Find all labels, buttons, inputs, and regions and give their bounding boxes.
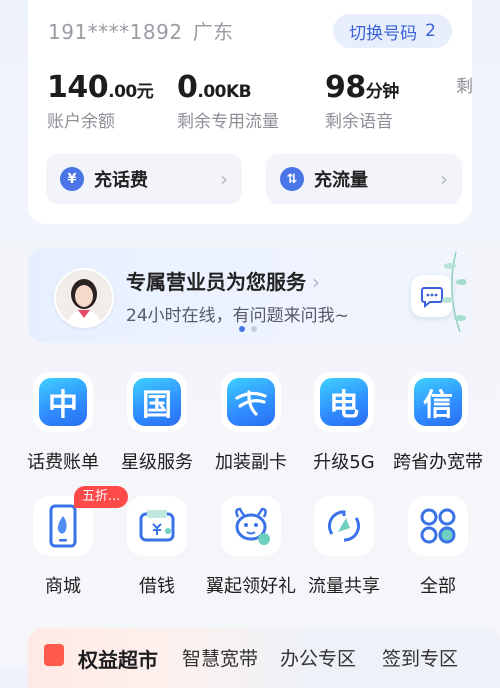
telecom-logo-icon <box>227 378 275 426</box>
chevron-right-icon: › <box>440 167 448 191</box>
service-label: 流量共享 <box>308 576 380 597</box>
service-tile: 信 <box>408 372 468 432</box>
service-all[interactable]: 全部 <box>391 496 485 598</box>
service-label: 借钱 <box>139 576 175 597</box>
wallet-icon <box>139 510 175 542</box>
switch-number-label: 切换号码 <box>349 23 418 44</box>
account-card: 191****1892 广东 切换号码 2 140.00元 账户余额 0.00KB… <box>28 0 472 224</box>
service-bill[interactable]: 中 话费账单 <box>16 372 110 474</box>
stat-label: 剩余专用流量 <box>177 112 279 130</box>
grid-all-icon <box>420 508 456 544</box>
service-share[interactable]: 流量共享 <box>297 496 391 598</box>
phone-number: 191****1892 <box>48 20 183 44</box>
carousel-dot-active[interactable] <box>239 326 245 332</box>
service-broadband[interactable]: 信 跨省办宽带 <box>391 372 485 474</box>
bill-icon: 中 <box>39 378 87 426</box>
service-tile <box>221 372 281 432</box>
service-tile <box>127 496 187 556</box>
service-label: 升级5G <box>313 452 375 473</box>
recharge-label: 充流量 <box>314 170 368 191</box>
service-label: 全部 <box>420 576 456 597</box>
chevron-right-icon: › <box>312 270 320 294</box>
carousel-dot[interactable] <box>251 326 257 332</box>
recharge-fee-button[interactable]: ¥ 充话费 › <box>46 154 242 204</box>
service-tile: 国 <box>127 372 187 432</box>
agent-title-text: 专属营业员为您服务 <box>126 270 306 294</box>
chevron-right-icon: › <box>220 167 228 191</box>
service-gift[interactable]: 翼起领好礼 <box>204 496 298 598</box>
agent-avatar <box>54 268 114 328</box>
service-label: 商城 <box>45 576 81 597</box>
service-mall[interactable]: 五折... 商城 <box>16 486 129 598</box>
balance-stats: 140.00元 账户余额 0.00KB 剩余专用流量 98分钟 剩余语音 剩 <box>28 70 472 130</box>
service-star[interactable]: 国 星级服务 <box>110 372 204 474</box>
stat-value: 0 <box>177 70 198 105</box>
leaf-decoration-icon <box>442 252 466 332</box>
recharge-data-button[interactable]: ⇅ 充流量 › <box>266 154 462 204</box>
yen-icon: ¥ <box>60 167 84 191</box>
service-sim[interactable]: 加装副卡 <box>204 372 298 474</box>
service-label: 加装副卡 <box>215 452 287 473</box>
benefits-tab-bar: 权益超市 智慧宽带 办公专区 签到专区 <box>28 628 500 688</box>
stat-voice[interactable]: 98分钟 剩余语音 <box>325 70 399 130</box>
stat-balance[interactable]: 140.00元 账户余额 <box>47 70 154 130</box>
phone-info: 191****1892 广东 <box>48 16 234 45</box>
service-loan[interactable]: 借钱 <box>110 496 204 598</box>
agent-title: 专属营业员为您服务 › <box>126 266 320 295</box>
service-tile <box>221 496 281 556</box>
dragon-icon <box>235 507 270 545</box>
upgrade-5g-icon: 电 <box>320 378 368 426</box>
service-tile <box>314 496 374 556</box>
region: 广东 <box>192 20 234 44</box>
tab-benefits-market[interactable]: 权益超市 <box>78 644 158 673</box>
stat-label: 剩 <box>456 77 472 97</box>
stat-unit: .00元 <box>108 82 154 102</box>
star-service-icon: 国 <box>133 378 181 426</box>
stat-value: 140 <box>47 70 109 105</box>
switch-number-count: 2 <box>425 21 436 41</box>
service-label: 翼起领好礼 <box>206 576 296 597</box>
phone-flame-icon <box>49 504 77 548</box>
service-label: 话费账单 <box>27 452 99 473</box>
stat-data[interactable]: 0.00KB 剩余专用流量 <box>177 70 279 130</box>
shopping-bag-icon <box>44 644 64 666</box>
stat-unit: 分钟 <box>365 82 400 102</box>
stat-label: 账户余额 <box>47 112 115 130</box>
broadband-icon: 信 <box>414 378 462 426</box>
recharge-label: 充话费 <box>94 170 148 191</box>
service-tile <box>408 496 468 556</box>
service-tile: 中 <box>33 372 93 432</box>
service-5g[interactable]: 电 升级5G <box>297 372 391 474</box>
service-label: 星级服务 <box>121 452 193 473</box>
service-label: 跨省办宽带 <box>393 452 483 473</box>
service-tile: 电 <box>314 372 374 432</box>
stat-more[interactable]: 剩 <box>456 70 472 97</box>
agent-banner[interactable]: 专属营业员为您服务 › 24小时在线，有问题来问我~ <box>28 248 472 343</box>
data-share-icon <box>328 510 360 542</box>
switch-number-button[interactable]: 切换号码 2 <box>333 14 452 48</box>
stat-label: 剩余语音 <box>325 112 393 130</box>
carousel-dots <box>239 326 257 332</box>
stat-unit: .00KB <box>197 82 252 102</box>
agent-subtitle: 24小时在线，有问题来问我~ <box>126 306 349 326</box>
data-icon: ⇅ <box>280 167 304 191</box>
stat-value: 98 <box>325 70 366 105</box>
